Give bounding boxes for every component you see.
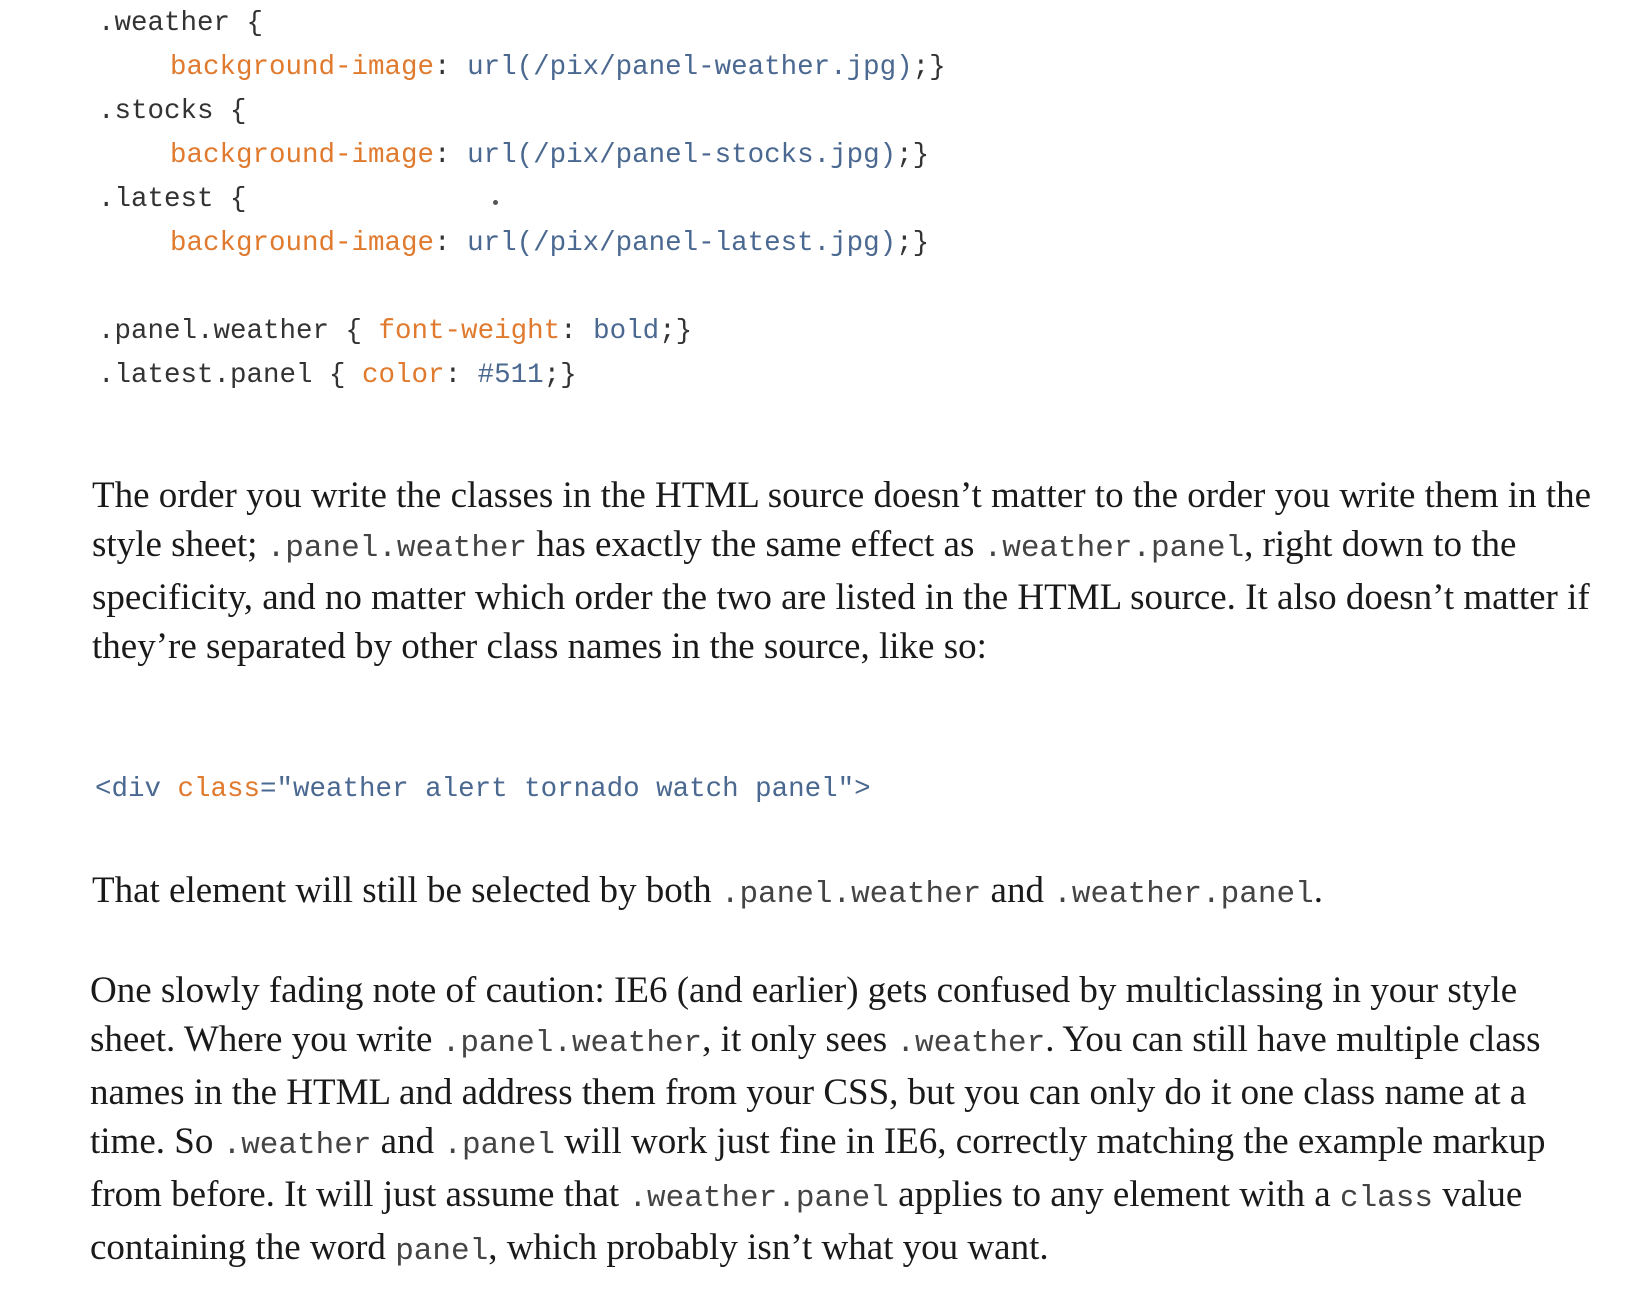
- body-paragraph: One slowly fading note of caution: IE6 (…: [90, 970, 1546, 1269]
- stray-mark: [493, 200, 498, 205]
- code-line: .latest.panel { color: #511;}: [98, 360, 577, 391]
- book-page: .weather { background-image: url(/pix/pa…: [0, 0, 1641, 1315]
- code-line: .weather {: [98, 8, 264, 39]
- css-code-block: .weather { background-image: url(/pix/pa…: [98, 8, 946, 391]
- code-line: .latest {: [98, 184, 247, 215]
- code-line: background-image: url(/pix/panel-latest.…: [170, 228, 930, 259]
- body-paragraph: The order you write the classes in the H…: [92, 475, 1592, 667]
- body-paragraph: That element will still be selected by b…: [92, 870, 1323, 912]
- code-line: .stocks {: [98, 96, 247, 127]
- html-code-sample: <div class="weather alert tornado watch …: [95, 774, 871, 805]
- code-line: background-image: url(/pix/panel-weather…: [170, 52, 946, 83]
- code-line: .panel.weather { font-weight: bold;}: [98, 316, 693, 347]
- code-line: background-image: url(/pix/panel-stocks.…: [170, 140, 930, 171]
